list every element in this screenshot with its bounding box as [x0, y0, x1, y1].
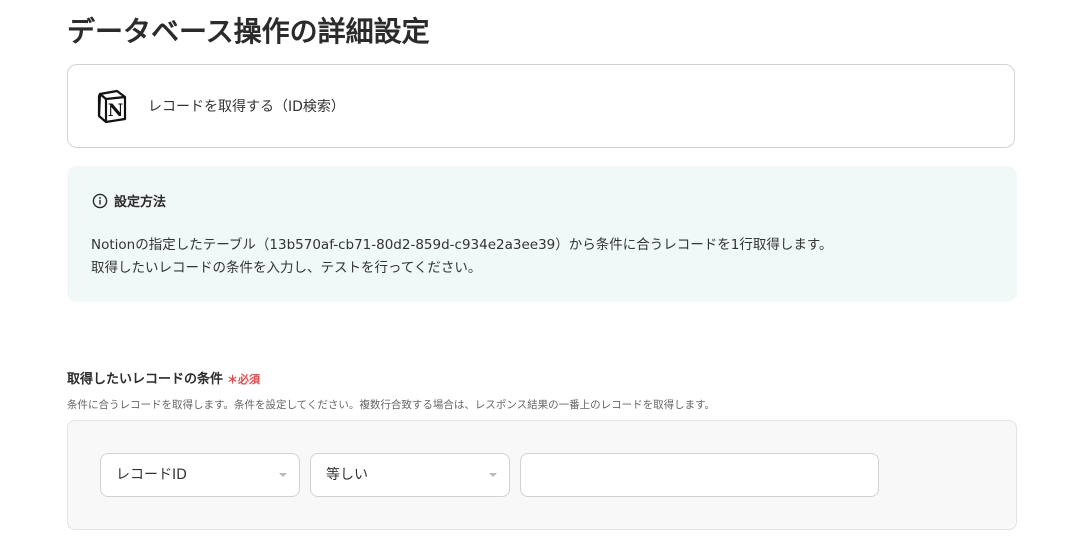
condition-value-input[interactable]	[520, 453, 879, 497]
required-indicator: ＊必須	[227, 371, 260, 387]
action-label: レコードを取得する（ID検索）	[148, 99, 345, 115]
operator-select[interactable]: 等しい	[310, 453, 510, 497]
required-asterisk: ＊	[227, 373, 239, 386]
info-heading: 設定方法	[92, 191, 166, 210]
info-heading-text: 設定方法	[114, 195, 167, 210]
condition-field-label: 取得したいレコードの条件	[67, 372, 224, 387]
condition-panel: レコードID 等しい	[67, 420, 1017, 530]
page-title: データベース操作の詳細設定	[67, 15, 430, 48]
action-card[interactable]: N レコードを取得する（ID検索）	[67, 64, 1015, 148]
field-select-value: レコードID	[116, 467, 187, 483]
svg-text:N: N	[108, 101, 124, 121]
info-box: 設定方法 Notionの指定したテーブル（13b570af-cb71-80d2-…	[67, 166, 1017, 302]
condition-field-label-row: 取得したいレコードの条件 ＊必須	[67, 368, 260, 387]
field-select[interactable]: レコードID	[100, 453, 300, 497]
condition-field-help: 条件に合うレコードを取得します。条件を設定してください。複数行合致する場合は、レ…	[67, 399, 716, 411]
info-body: Notionの指定したテーブル（13b570af-cb71-80d2-859d-…	[91, 234, 833, 280]
operator-select-value: 等しい	[326, 467, 368, 483]
info-line-2: 取得したいレコードの条件を入力し、テストを行ってください。	[91, 260, 482, 276]
notion-logo-icon: N	[97, 89, 127, 123]
chevron-down-icon	[489, 473, 497, 477]
info-line-1: Notionの指定したテーブル（13b570af-cb71-80d2-859d-…	[91, 237, 833, 253]
chevron-down-icon	[279, 473, 287, 477]
info-circle-icon	[92, 193, 108, 208]
required-text: 必須	[238, 373, 261, 386]
